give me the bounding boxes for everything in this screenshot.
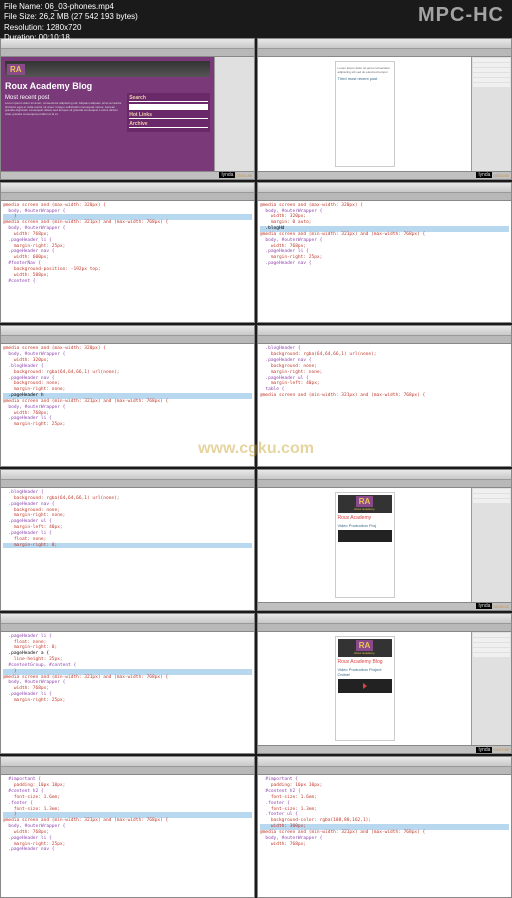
dreamweaver-panels <box>471 57 511 171</box>
dreamweaver-panels <box>471 488 511 602</box>
dreamweaver-toolbar <box>258 757 511 767</box>
thumbnail-7[interactable]: .blogHeader { background: rgba(64,64,66,… <box>0 469 255 611</box>
timecode: 03:06:52 <box>493 604 509 609</box>
lynda-brand: lynda <box>219 172 235 178</box>
lorem-text: Lorem ipsum dolor sit amet, consectetur … <box>5 102 123 116</box>
duration: Duration: 00:10:18 <box>4 33 138 43</box>
video-thumb <box>338 679 392 693</box>
thumbnail-1[interactable]: RA Roux Academy Blog Most recent post Lo… <box>0 38 255 180</box>
blog-title: Roux Academy Blog <box>5 81 210 91</box>
blog-preview-desktop: RA Roux Academy Blog Most recent post Lo… <box>1 57 214 171</box>
archive-heading: Archive <box>129 121 208 128</box>
search-heading: Search <box>129 95 208 102</box>
mobile-lorem: Lorem ipsum dolor sit amet consectetur a… <box>338 66 392 74</box>
dreamweaver-panels <box>214 57 254 171</box>
dreamweaver-toolbar <box>258 614 511 624</box>
mobile-subtitle2: Video Production Project Online! <box>338 667 392 677</box>
filename: File Name: 06_03-phones.mp4 <box>4 2 138 12</box>
thumbnail-6[interactable]: .blogHeader { background: rgba(64,64,66,… <box>257 325 512 467</box>
dreamweaver-toolbar <box>1 757 254 767</box>
dreamweaver-toolbar <box>258 326 511 336</box>
ra-logo-mobile: RA <box>356 640 374 651</box>
thumbnail-8[interactable]: RA Roux Academy Roux Academy Video Produ… <box>257 469 512 611</box>
lynda-brand: lynda <box>476 747 492 753</box>
code-editor[interactable]: @media screen and (max-width: 320px) { b… <box>258 201 511 324</box>
hotlinks-heading: Hot Links <box>129 112 208 119</box>
resolution: Resolution: 1280x720 <box>4 23 138 33</box>
third-post: Third most recent post <box>338 76 392 81</box>
file-info: File Name: 06_03-phones.mp4 File Size: 2… <box>4 2 138 44</box>
search-input[interactable] <box>129 104 208 110</box>
filesize: File Size: 26,2 MB (27 542 193 bytes) <box>4 12 138 22</box>
mobile-preview-blog: RA Roux Academy Roux Academy Blog Video … <box>335 636 395 742</box>
dreamweaver-tabs <box>1 480 254 488</box>
mobile-blog-title: Roux Academy Blog <box>338 659 392 665</box>
thumbnail-grid: RA Roux Academy Blog Most recent post Lo… <box>0 0 512 898</box>
dreamweaver-tabs <box>258 767 511 775</box>
play-icon <box>363 683 367 689</box>
thumbnail-4[interactable]: @media screen and (max-width: 320px) { b… <box>257 182 512 324</box>
dreamweaver-toolbar <box>1 326 254 336</box>
ra-logo: RA <box>7 64 25 75</box>
dreamweaver-tabs <box>258 193 511 201</box>
code-editor[interactable]: .blogHeader { background: rgba(64,64,66,… <box>258 344 511 467</box>
thumbnail-9[interactable]: .pageHeader li { float: none; margin-rig… <box>0 613 255 755</box>
thumbnail-12[interactable]: #important { padding: 10px 10px; #conten… <box>257 756 512 898</box>
dreamweaver-panels <box>471 632 511 746</box>
thumbnail-2[interactable]: Lorem ipsum dolor sit amet consectetur a… <box>257 38 512 180</box>
dreamweaver-tabs <box>1 336 254 344</box>
code-editor[interactable]: @media screen and (max-width: 320px) { b… <box>1 344 254 467</box>
dreamweaver-tabs <box>1 49 254 57</box>
mobile-preview-ra: RA Roux Academy Roux Academy Video Produ… <box>335 492 395 598</box>
dreamweaver-tabs <box>258 336 511 344</box>
dreamweaver-tabs <box>258 480 511 488</box>
dreamweaver-tabs <box>1 767 254 775</box>
dreamweaver-toolbar <box>258 39 511 49</box>
dreamweaver-toolbar <box>258 470 511 480</box>
dreamweaver-tabs <box>258 49 511 57</box>
code-editor[interactable]: .pageHeader li { float: none; margin-rig… <box>1 632 254 755</box>
dreamweaver-tabs <box>1 624 254 632</box>
ra-logo-mobile: RA <box>356 496 374 507</box>
lynda-brand: lynda <box>476 603 492 609</box>
video-thumb <box>338 530 392 542</box>
lynda-brand: lynda <box>476 172 492 178</box>
mobile-preview: Lorem ipsum dolor sit amet consectetur a… <box>335 61 395 167</box>
player-logo: MPC-HC <box>418 4 504 27</box>
thumbnail-5[interactable]: @media screen and (max-width: 320px) { b… <box>0 325 255 467</box>
thumbnail-3[interactable]: @media screen and (max-width: 320px) { b… <box>0 182 255 324</box>
dreamweaver-toolbar <box>258 183 511 193</box>
code-editor[interactable]: #important { padding: 10px 10px; #conten… <box>258 775 511 898</box>
timecode: 03:01:50 <box>493 173 509 178</box>
code-editor[interactable]: @media screen and (max-width: 320px) { b… <box>1 201 254 324</box>
dreamweaver-tabs <box>258 624 511 632</box>
code-editor[interactable]: #important { padding: 10px 10px; #conten… <box>1 775 254 898</box>
dreamweaver-toolbar <box>1 470 254 480</box>
code-editor[interactable]: .blogHeader { background: rgba(64,64,66,… <box>1 488 254 611</box>
dreamweaver-toolbar <box>1 614 254 624</box>
mobile-brand-title: Roux Academy <box>338 515 392 521</box>
thumbnail-11[interactable]: #important { padding: 10px 10px; #conten… <box>0 756 255 898</box>
mobile-subtitle: Video Production Proj <box>338 523 392 528</box>
dreamweaver-tabs <box>1 193 254 201</box>
timecode: 03:01:80 <box>236 173 252 178</box>
dreamweaver-toolbar <box>1 183 254 193</box>
thumbnail-10[interactable]: RA Roux Academy Roux Academy Blog Video … <box>257 613 512 755</box>
timecode: 03:07:50 <box>493 747 509 752</box>
